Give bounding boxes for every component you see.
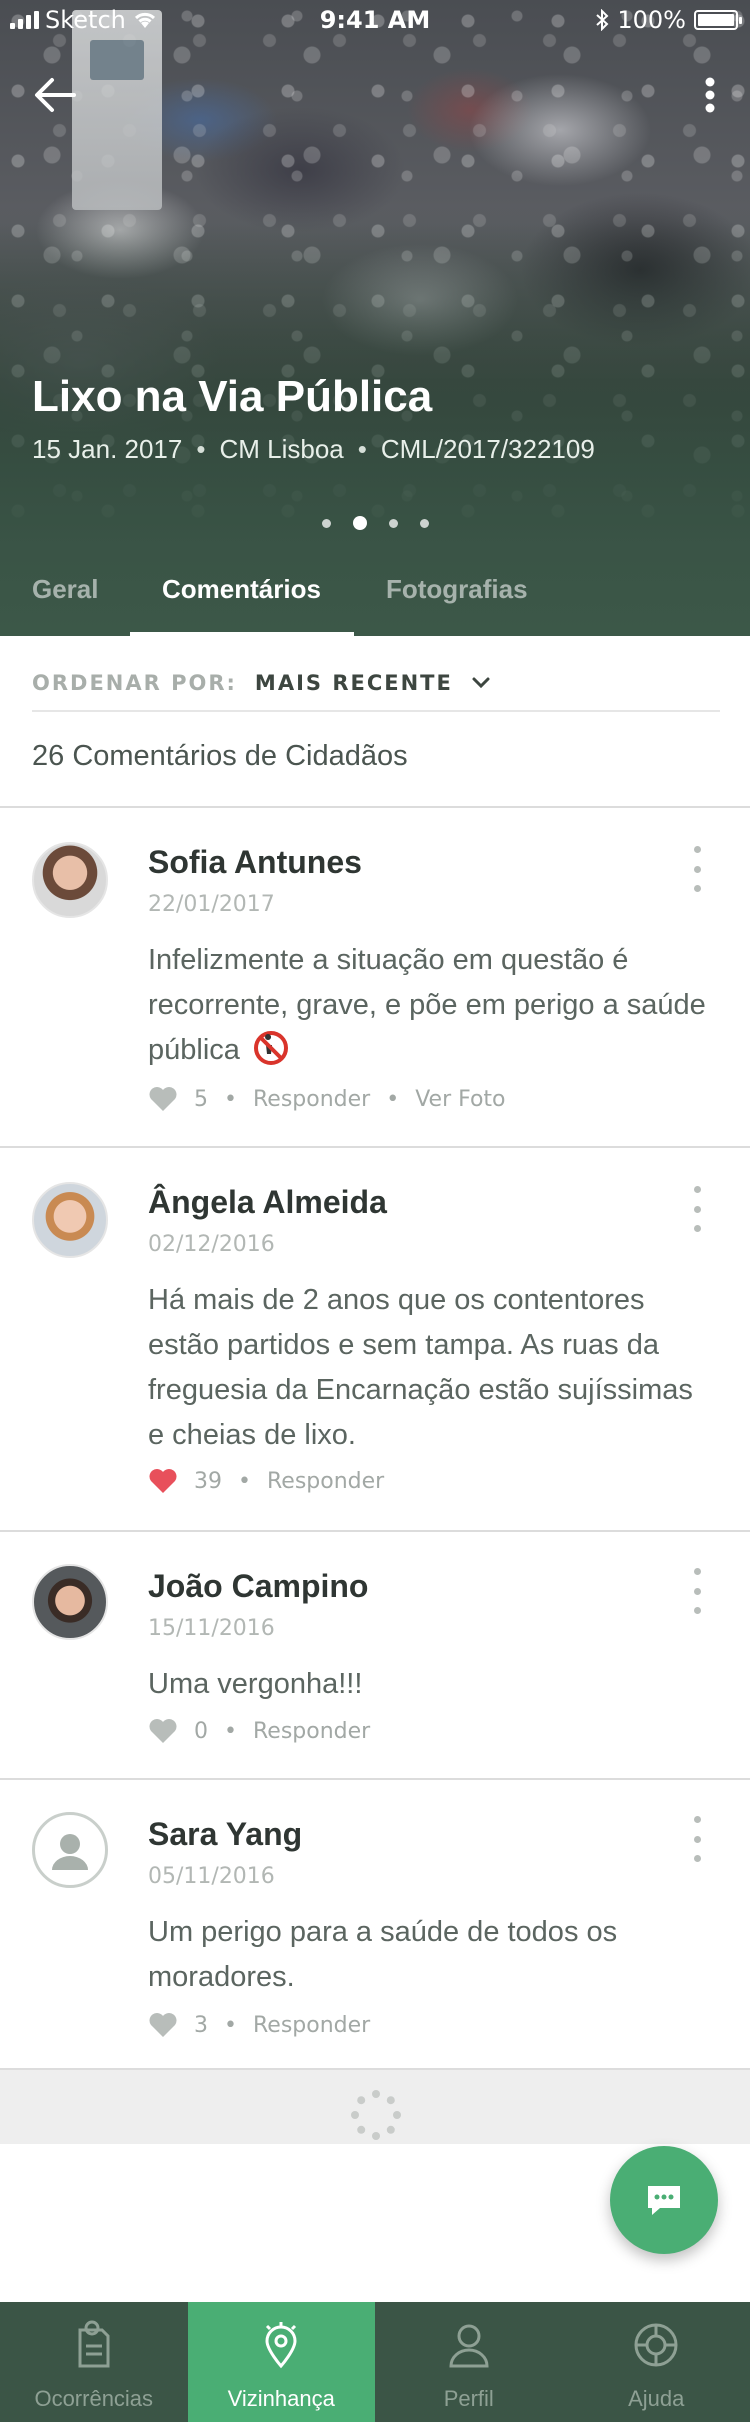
sort-value[interactable]: MAIS RECENTE	[255, 671, 453, 695]
comment-author[interactable]: Ângela Almeida	[148, 1184, 387, 1221]
tab-label: Ajuda	[628, 2386, 685, 2411]
hero-meta: 15 Jan. 2017 • CM Lisboa • CML/2017/3221…	[32, 434, 595, 465]
report-date: 15 Jan. 2017	[32, 434, 183, 464]
action-separator: •	[224, 1086, 237, 1112]
tab-geral[interactable]: Geral	[32, 574, 99, 605]
divider	[0, 1778, 750, 1780]
tab-ajuda[interactable]: Ajuda	[563, 2302, 750, 2422]
tab-label: Ocorrências	[34, 2386, 154, 2411]
person-icon	[52, 1834, 88, 1870]
status-bar: Sketch 9:41 AM 100%	[0, 0, 750, 40]
tab-label: Perfil	[443, 2386, 494, 2411]
comment-text: Uma vergonha!!!	[148, 1668, 363, 1700]
chat-bubble-icon	[648, 2186, 680, 2215]
active-tab-indicator	[130, 632, 354, 636]
divider	[0, 1146, 750, 1148]
tab-bar-top: Geral Comentários Fotografias	[0, 560, 750, 636]
comment-author[interactable]: Sofia Antunes	[148, 844, 362, 881]
heart-filled-icon[interactable]	[148, 1468, 178, 1494]
comment-text: Infelizmente a situação em questão é rec…	[148, 938, 708, 1073]
report-icon	[78, 2320, 110, 2368]
view-photo-link[interactable]: Ver Foto	[415, 1087, 505, 1112]
like-count: 39	[194, 1468, 222, 1494]
no-littering-icon	[253, 1031, 288, 1065]
battery-icon	[694, 10, 742, 30]
comment-author[interactable]: Sara Yang	[148, 1816, 302, 1853]
action-separator: •	[386, 1086, 400, 1112]
comment-date: 15/11/2016	[148, 1616, 275, 1641]
lifebuoy-icon	[634, 2323, 678, 2367]
comment-actions: 3 • Responder	[148, 2012, 370, 2038]
page-title: Lixo na Via Pública	[32, 372, 433, 421]
reply-link[interactable]: Responder	[267, 1469, 384, 1494]
pager-dot-active[interactable]	[352, 516, 367, 530]
avatar[interactable]	[32, 842, 108, 918]
meta-separator: •	[196, 434, 206, 464]
loading-spinner-icon	[351, 2090, 401, 2140]
comment-more-icon[interactable]	[690, 1186, 704, 1232]
bluetooth-icon	[596, 9, 609, 31]
comment-actions: 0 • Responder	[148, 1718, 370, 1744]
photo-pager[interactable]	[0, 516, 750, 530]
add-comment-button[interactable]	[610, 2146, 718, 2254]
tab-ocorrencias[interactable]: Ocorrências	[0, 2302, 188, 2422]
pager-dot[interactable]	[388, 518, 398, 528]
battery-percent: 100%	[617, 6, 686, 34]
location-pin-icon	[265, 2322, 297, 2369]
avatar[interactable]	[32, 1564, 108, 1640]
person-icon	[449, 2324, 489, 2368]
pager-dot[interactable]	[321, 518, 331, 528]
pager-dot[interactable]	[419, 518, 429, 528]
comment-date: 22/01/2017	[148, 892, 275, 917]
tab-perfil[interactable]: Perfil	[375, 2302, 563, 2422]
comment-text-content: Infelizmente a situação em questão é rec…	[148, 944, 706, 1066]
sort-control[interactable]: ORDENAR POR: MAIS RECENTE	[32, 656, 720, 712]
reply-link[interactable]: Responder	[253, 1719, 370, 1744]
divider	[0, 1530, 750, 1532]
chevron-down-icon[interactable]	[471, 676, 491, 690]
comment-text: Um perigo para a saúde de todos os morad…	[148, 1916, 618, 1993]
avatar[interactable]	[32, 1182, 108, 1258]
comment-text: Há mais de 2 anos que os contentores est…	[148, 1284, 693, 1451]
comment-actions: 5 • Responder • Ver Foto	[148, 1086, 506, 1112]
comment-more-icon[interactable]	[690, 1816, 704, 1862]
hero-header: Sketch 9:41 AM 100% Lixo na Via Pública …	[0, 0, 750, 636]
avatar-placeholder[interactable]	[32, 1812, 108, 1888]
hero-photo-machine	[72, 10, 162, 210]
reply-link[interactable]: Responder	[253, 2013, 370, 2038]
like-count: 0	[194, 1718, 208, 1744]
divider	[0, 806, 750, 808]
comments-count-title: 26 Comentários de Cidadãos	[32, 740, 408, 772]
heart-icon[interactable]	[148, 1086, 178, 1112]
heart-icon[interactable]	[148, 1718, 178, 1744]
report-authority: CM Lisboa	[219, 434, 344, 464]
action-separator: •	[224, 2012, 237, 2038]
more-options-icon[interactable]	[690, 70, 730, 120]
comment-date: 02/12/2016	[148, 1232, 275, 1257]
action-separator: •	[224, 1718, 237, 1744]
sort-label: ORDENAR POR:	[32, 671, 237, 695]
reply-link[interactable]: Responder	[253, 1087, 370, 1112]
report-reference: CML/2017/322109	[380, 434, 595, 464]
comment-author[interactable]: João Campino	[148, 1568, 368, 1605]
bottom-tab-bar: Ocorrências Vizinhança Perfil Ajuda	[0, 2302, 750, 2422]
comment-more-icon[interactable]	[690, 846, 704, 892]
back-arrow-icon[interactable]	[30, 70, 80, 120]
meta-separator: •	[357, 434, 367, 464]
comment-actions: 39 • Responder	[148, 1468, 384, 1494]
tab-fotografias[interactable]: Fotografias	[386, 574, 528, 605]
like-count: 3	[194, 2012, 208, 2038]
comment-more-icon[interactable]	[690, 1568, 704, 1614]
tab-comentarios[interactable]: Comentários	[162, 574, 321, 605]
action-separator: •	[238, 1468, 251, 1494]
comment-date: 05/11/2016	[148, 1864, 275, 1889]
tab-label: Vizinhança	[227, 2386, 335, 2411]
heart-icon[interactable]	[148, 2012, 178, 2038]
tab-vizinhanca[interactable]: Vizinhança	[187, 2302, 375, 2422]
like-count: 5	[194, 1086, 208, 1112]
